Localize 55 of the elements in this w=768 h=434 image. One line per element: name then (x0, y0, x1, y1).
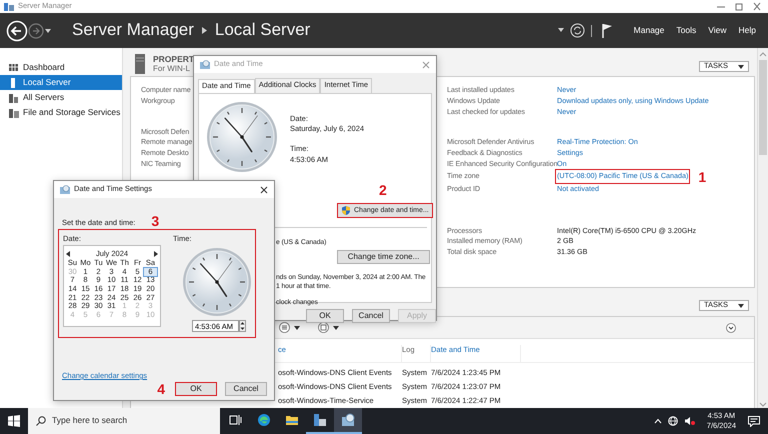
menu-item[interactable]: View (702, 24, 733, 36)
sidebar-item[interactable]: Local Server (0, 75, 122, 90)
breadcrumb-item: Local Server (214, 19, 310, 42)
back-icon[interactable] (6, 20, 28, 42)
dialog-button: Apply (398, 309, 436, 324)
sidebar-item[interactable]: All Servers (0, 90, 122, 105)
speaker-muted-icon[interactable] (684, 416, 695, 426)
change-time-zone-button[interactable]: Change time zone... (337, 250, 430, 264)
start-icon[interactable] (8, 415, 20, 427)
annotation-number: 1 (698, 170, 706, 184)
refresh-icon[interactable] (570, 23, 585, 38)
annotation-number: 3 (151, 214, 160, 228)
menu-item[interactable]: Manage (628, 24, 670, 36)
section-title: PROPERT (153, 54, 194, 64)
caret-icon[interactable] (294, 326, 300, 330)
browser-icon (257, 413, 271, 427)
folder-icon (285, 413, 299, 427)
section-subtitle: For WIN-L (153, 64, 191, 75)
network-icon[interactable] (668, 416, 678, 426)
search-icon (36, 416, 46, 426)
close-icon[interactable] (260, 186, 268, 194)
list-icon[interactable] (279, 322, 290, 333)
dialog-button[interactable]: OK (306, 309, 344, 324)
server-manager-icon (313, 413, 327, 427)
caret-icon[interactable] (558, 28, 564, 33)
chevron-up-icon[interactable] (654, 418, 662, 424)
caret-icon (738, 304, 744, 308)
dialog-button[interactable]: OK (175, 382, 217, 396)
caret-icon[interactable] (44, 28, 52, 34)
search-field[interactable]: Type here to search (28, 408, 220, 434)
next-month-icon[interactable] (152, 250, 158, 257)
taskbar-button[interactable] (334, 408, 362, 434)
caret-icon (738, 64, 744, 68)
spinner-icon[interactable] (239, 320, 246, 332)
notification-icon[interactable] (748, 416, 760, 426)
expand-icon[interactable] (726, 322, 736, 332)
separator-icon (202, 27, 207, 34)
breadcrumb-item[interactable]: Server Manager (72, 19, 194, 42)
flag-icon[interactable] (602, 23, 612, 38)
annotation-number: 2 (379, 183, 387, 198)
caret-icon[interactable] (333, 326, 339, 330)
menu-item[interactable]: Help (732, 24, 762, 36)
clock-icon (341, 413, 355, 427)
clock-icon (200, 60, 210, 69)
scrollbar-thumb[interactable] (759, 60, 767, 155)
clock-icon (60, 185, 70, 194)
menu-item[interactable]: Tools (670, 24, 702, 36)
previous-month-icon[interactable] (66, 250, 71, 257)
sidebar-item[interactable]: Dashboard (0, 60, 122, 75)
annotation-number: 4 (157, 382, 165, 396)
dialog-button[interactable]: Cancel (225, 382, 267, 396)
dialog-button[interactable]: Cancel (352, 309, 390, 324)
task-view-icon (229, 413, 243, 427)
shield-icon (342, 206, 350, 216)
app-icon (4, 2, 14, 11)
